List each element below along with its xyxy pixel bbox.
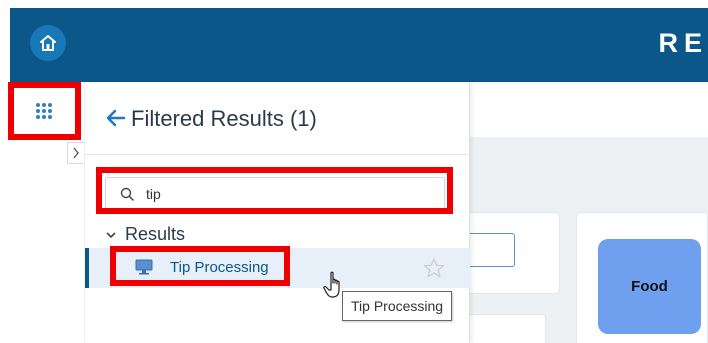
- star-outline-icon[interactable]: [423, 257, 445, 279]
- panel-header: Filtered Results (1): [85, 82, 470, 155]
- brand-text: RE: [658, 28, 708, 58]
- results-section-header[interactable]: Results: [105, 224, 185, 245]
- home-button[interactable]: [30, 25, 66, 61]
- top-header-bar: RE: [10, 8, 708, 82]
- home-icon: [40, 35, 56, 51]
- tooltip: Tip Processing: [342, 291, 453, 321]
- grid-dots-icon: [36, 103, 52, 119]
- left-rail: [10, 82, 84, 343]
- monitor-icon: [135, 259, 153, 275]
- chevron-down-icon: [106, 231, 116, 238]
- search-icon: [120, 187, 134, 201]
- result-item-label: Tip Processing: [170, 259, 269, 276]
- content-top-strip: [470, 82, 708, 137]
- result-item-tip-processing[interactable]: Tip Processing: [85, 248, 470, 288]
- arrow-left-icon[interactable]: [105, 107, 127, 129]
- results-section-label: Results: [125, 224, 186, 244]
- food-tile[interactable]: Food: [598, 239, 701, 334]
- apps-menu-button[interactable]: [10, 84, 78, 138]
- search-field[interactable]: [105, 177, 445, 210]
- expand-rail-toggle[interactable]: [67, 142, 84, 164]
- panel-title: Filtered Results (1): [131, 106, 317, 131]
- search-input[interactable]: [146, 182, 436, 206]
- chevron-right-icon: [73, 147, 79, 159]
